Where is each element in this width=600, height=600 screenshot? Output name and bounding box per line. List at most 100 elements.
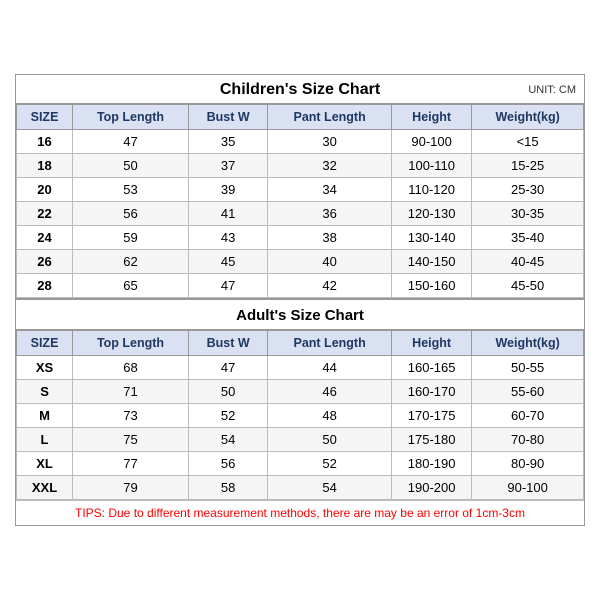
table-cell: 25-30 [472,178,584,202]
table-cell: 54 [268,476,392,500]
table-cell: 79 [73,476,189,500]
unit-label: UNIT: CM [528,84,576,96]
table-cell: <15 [472,130,584,154]
table-row: XXL795854190-20090-100 [17,476,584,500]
table-cell: 48 [268,404,392,428]
table-cell: 18 [17,154,73,178]
table-row: XL775652180-19080-90 [17,452,584,476]
table-cell: 47 [188,274,267,298]
table-cell: 43 [188,226,267,250]
table-row: 1647353090-100<15 [17,130,584,154]
table-cell: 56 [188,452,267,476]
table-cell: 160-170 [391,380,471,404]
table-cell: 38 [268,226,392,250]
table-row: 24594338130-14035-40 [17,226,584,250]
table-cell: 42 [268,274,392,298]
table-cell: 71 [73,380,189,404]
table-cell: XXL [17,476,73,500]
table-cell: 68 [73,356,189,380]
table-cell: 73 [73,404,189,428]
table-cell: 60-70 [472,404,584,428]
table-cell: 55-60 [472,380,584,404]
table-cell: 120-130 [391,202,471,226]
table-cell: 80-90 [472,452,584,476]
table-cell: 90-100 [472,476,584,500]
table-cell: 170-175 [391,404,471,428]
table-cell: 190-200 [391,476,471,500]
table-cell: S [17,380,73,404]
table-cell: 150-160 [391,274,471,298]
table-cell: M [17,404,73,428]
table-cell: 90-100 [391,130,471,154]
table-cell: 75 [73,428,189,452]
table-cell: 56 [73,202,189,226]
table-row: L755450175-18070-80 [17,428,584,452]
children-col-weight: Weight(kg) [472,105,584,130]
children-table: SIZE Top Length Bust W Pant Length Heigh… [16,104,584,298]
table-cell: 39 [188,178,267,202]
table-cell: 30 [268,130,392,154]
adults-col-bust-w: Bust W [188,331,267,356]
table-cell: XL [17,452,73,476]
table-cell: 47 [73,130,189,154]
table-cell: 44 [268,356,392,380]
adults-col-top-length: Top Length [73,331,189,356]
table-row: S715046160-17055-60 [17,380,584,404]
table-cell: 45-50 [472,274,584,298]
table-row: 22564136120-13030-35 [17,202,584,226]
table-row: M735248170-17560-70 [17,404,584,428]
table-cell: 50 [73,154,189,178]
table-cell: 53 [73,178,189,202]
table-cell: 45 [188,250,267,274]
table-cell: 52 [188,404,267,428]
table-row: 28654742150-16045-50 [17,274,584,298]
size-chart-container: Children's Size Chart UNIT: CM SIZE Top … [15,74,585,526]
table-cell: 62 [73,250,189,274]
table-cell: 59 [73,226,189,250]
table-row: 26624540140-15040-45 [17,250,584,274]
table-cell: 40 [268,250,392,274]
table-cell: 160-165 [391,356,471,380]
children-chart-title: Children's Size Chart [220,81,380,99]
children-table-body: 1647353090-100<1518503732100-11015-25205… [17,130,584,298]
table-cell: 130-140 [391,226,471,250]
adults-col-pant-length: Pant Length [268,331,392,356]
table-row: 18503732100-11015-25 [17,154,584,178]
tips-text: TIPS: Due to different measurement metho… [16,500,584,525]
table-cell: 175-180 [391,428,471,452]
table-cell: 110-120 [391,178,471,202]
adults-col-size: SIZE [17,331,73,356]
table-cell: 20 [17,178,73,202]
adults-table: SIZE Top Length Bust W Pant Length Heigh… [16,330,584,500]
table-cell: 47 [188,356,267,380]
children-title-row: Children's Size Chart UNIT: CM [16,75,584,104]
table-cell: 77 [73,452,189,476]
table-cell: 35-40 [472,226,584,250]
children-col-bust-w: Bust W [188,105,267,130]
table-cell: 140-150 [391,250,471,274]
table-cell: 50-55 [472,356,584,380]
adults-col-height: Height [391,331,471,356]
children-col-size: SIZE [17,105,73,130]
table-cell: 65 [73,274,189,298]
table-cell: XS [17,356,73,380]
table-cell: 46 [268,380,392,404]
table-cell: 54 [188,428,267,452]
table-cell: 30-35 [472,202,584,226]
table-cell: 26 [17,250,73,274]
table-cell: 180-190 [391,452,471,476]
table-cell: 35 [188,130,267,154]
table-cell: 34 [268,178,392,202]
table-row: XS684744160-16550-55 [17,356,584,380]
table-cell: 58 [188,476,267,500]
children-col-top-length: Top Length [73,105,189,130]
children-col-height: Height [391,105,471,130]
children-header-row: SIZE Top Length Bust W Pant Length Heigh… [17,105,584,130]
children-col-pant-length: Pant Length [268,105,392,130]
table-cell: 16 [17,130,73,154]
table-cell: 28 [17,274,73,298]
table-cell: 32 [268,154,392,178]
table-cell: 50 [268,428,392,452]
table-cell: 22 [17,202,73,226]
table-cell: 24 [17,226,73,250]
